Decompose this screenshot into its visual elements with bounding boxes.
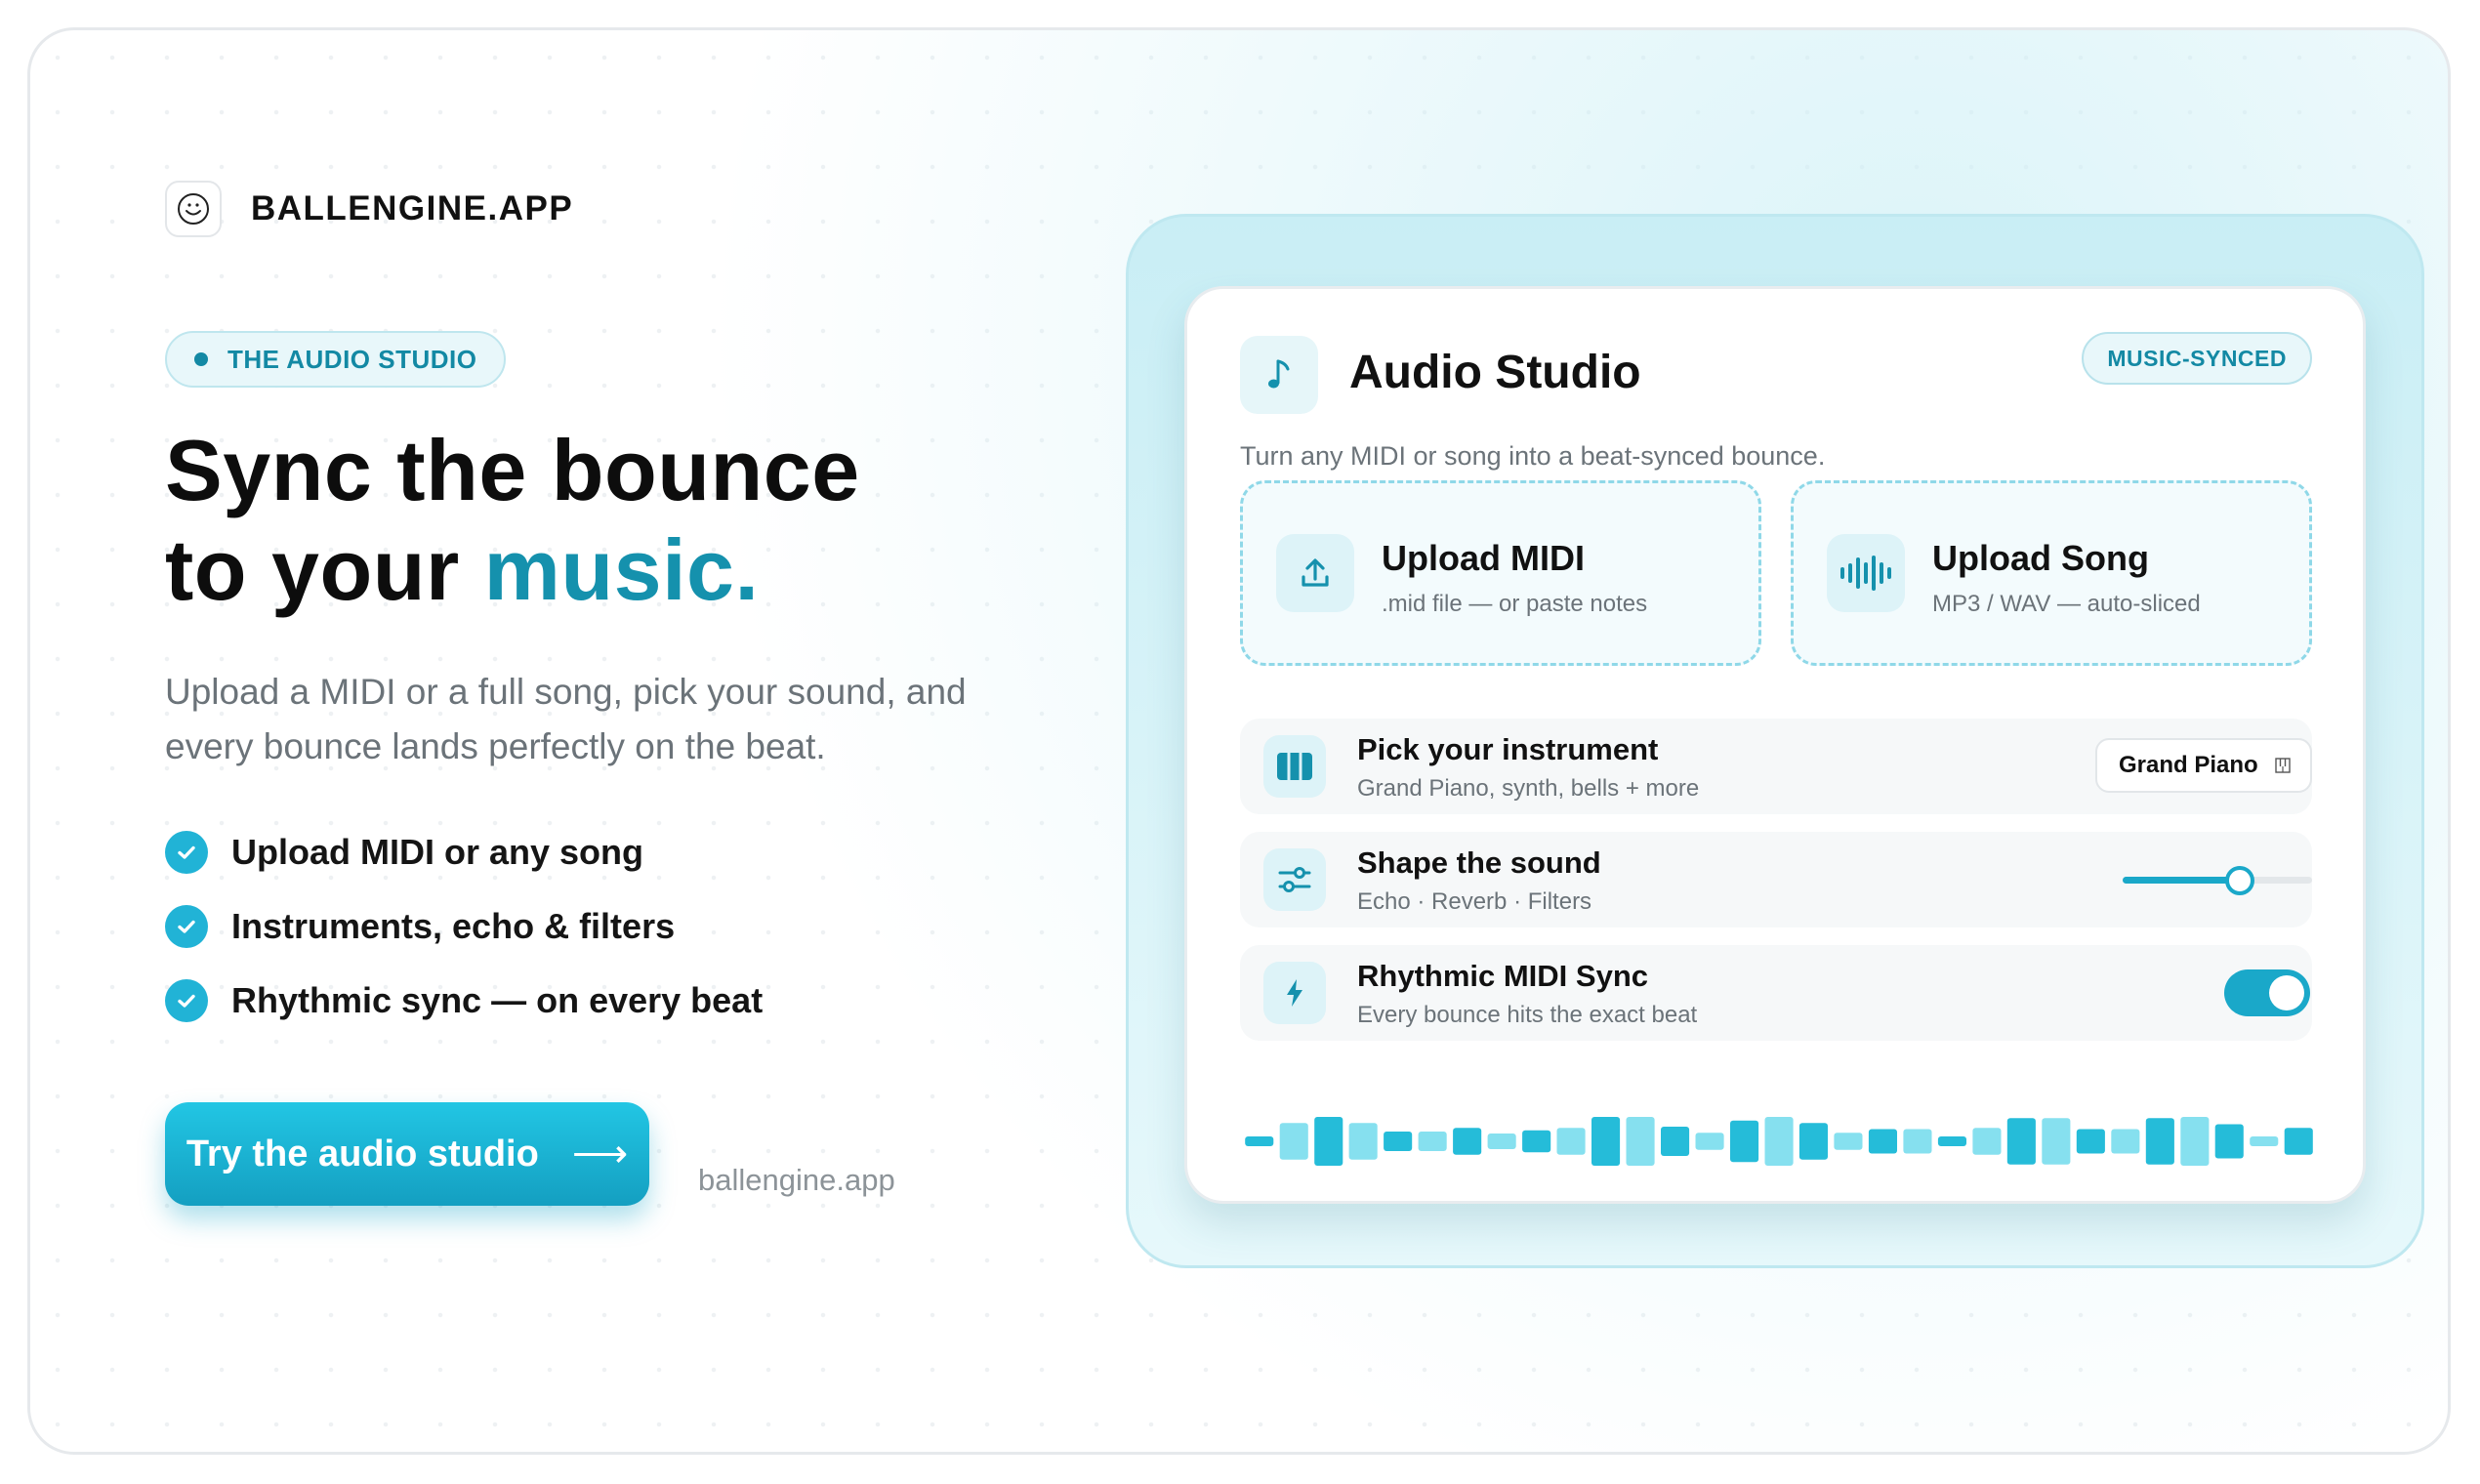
check-circle-icon <box>165 831 208 874</box>
slider-fill <box>2123 877 2241 884</box>
feature-text: Rhythmic sync — on every beat <box>231 980 764 1020</box>
upload-song-dropzone[interactable]: Upload Song MP3 / WAV — auto-sliced <box>1791 480 2312 666</box>
waveform-bar <box>1937 1136 1966 1146</box>
upload-midi-dropzone[interactable]: Upload MIDI .mid file — or paste notes <box>1240 480 1761 666</box>
instrument-sub: Grand Piano, synth, bells + more <box>1357 775 1700 802</box>
waveform-bar <box>1903 1129 1932 1154</box>
brand[interactable]: BALLENGINE.APP <box>165 181 573 237</box>
feature-text: Upload MIDI or any song <box>231 832 644 872</box>
waveform-bar <box>2006 1118 2036 1165</box>
waveform-bar <box>2284 1128 2313 1155</box>
section-badge: THE AUDIO STUDIO <box>165 331 507 388</box>
studio-title: Audio Studio <box>1349 347 1641 398</box>
waveform-bar <box>2111 1129 2140 1154</box>
site-url-link[interactable]: ballengine.app <box>698 1163 895 1198</box>
smiley-logo-icon <box>165 181 222 237</box>
instrument-selected-value: Grand Piano <box>2119 752 2258 778</box>
page-frame: BALLENGINE.APP THE AUDIO STUDIO Sync the… <box>27 27 2451 1455</box>
try-audio-studio-button[interactable]: Try the audio studio ⟶ <box>165 1102 649 1206</box>
sync-sub: Every bounce hits the exact beat <box>1357 1002 1698 1028</box>
check-circle-icon <box>165 979 208 1022</box>
slider-thumb[interactable] <box>2225 866 2255 895</box>
feature-item: Upload MIDI or any song <box>165 815 763 889</box>
waveform-bar <box>1798 1123 1828 1160</box>
waveform-bar <box>1384 1132 1413 1151</box>
upload-midi-title: Upload MIDI <box>1382 538 1585 578</box>
waveform-bar <box>1764 1117 1794 1166</box>
sound-sub: Echo · Reverb · Filters <box>1357 888 1592 915</box>
brand-name: BALLENGINE.APP <box>251 189 574 227</box>
headline: Sync the bounce to your music. <box>165 421 860 620</box>
music-synced-badge: MUSIC-SYNCED <box>2082 332 2312 385</box>
music-note-icon <box>1240 336 1318 414</box>
feature-list: Upload MIDI or any song Instruments, ech… <box>165 815 763 1038</box>
upload-song-hint: MP3 / WAV — auto-sliced <box>1932 591 2201 617</box>
waveform-bar <box>1487 1134 1516 1149</box>
upload-midi-hint: .mid file — or paste notes <box>1382 591 1648 617</box>
arrow-right-icon: ⟶ <box>571 1133 629 1175</box>
waveform-bar <box>1661 1127 1690 1156</box>
waveform-bar <box>1834 1133 1863 1150</box>
feature-item: Rhythmic sync — on every beat <box>165 964 763 1038</box>
waveform-bar <box>2180 1117 2210 1166</box>
waveform-bar <box>2042 1118 2071 1165</box>
upload-icon <box>1276 534 1354 612</box>
upload-song-title: Upload Song <box>1932 538 2149 578</box>
sync-toggle[interactable] <box>2224 969 2310 1016</box>
waveform-bar <box>1868 1129 1897 1154</box>
waveform-bar <box>1972 1128 2002 1155</box>
piano-keys-icon <box>1263 735 1326 798</box>
waveform-bar <box>2076 1129 2105 1154</box>
sync-row: Rhythmic MIDI Sync Every bounce hits the… <box>1240 945 2312 1041</box>
sound-title: Shape the sound <box>1357 845 1601 880</box>
instrument-select[interactable]: Grand Piano <box>2095 738 2312 793</box>
piano-mini-icon <box>2275 758 2291 773</box>
hero-description: Upload a MIDI or a full song, pick your … <box>165 672 967 766</box>
check-circle-icon <box>165 905 208 948</box>
toggle-knob <box>2269 975 2304 1010</box>
sliders-icon <box>1263 848 1326 911</box>
waveform-bar <box>1279 1123 1308 1160</box>
headline-line-2-prefix: to your <box>165 521 484 618</box>
waveform-bar <box>1314 1117 1343 1166</box>
waveform-bar <box>1418 1132 1447 1151</box>
waveform-bar <box>1245 1136 1274 1146</box>
sync-title: Rhythmic MIDI Sync <box>1357 959 1648 993</box>
waveform-bar <box>1591 1117 1621 1166</box>
waveform-bar <box>2214 1124 2244 1159</box>
audio-waveform <box>1245 1117 2313 1166</box>
sound-slider[interactable] <box>2123 866 2312 895</box>
waveform-bar <box>2145 1118 2174 1165</box>
headline-line-1: Sync the bounce <box>165 422 860 518</box>
waveform-bar <box>1556 1128 1586 1155</box>
waveform-bar <box>1522 1130 1551 1153</box>
waveform-bar <box>1453 1128 1482 1155</box>
feature-text: Instruments, echo & filters <box>231 906 676 946</box>
headline-accent: music. <box>483 521 760 618</box>
waveform-bar <box>1695 1133 1724 1150</box>
instrument-title: Pick your instrument <box>1357 732 1659 766</box>
feature-item: Instruments, echo & filters <box>165 889 763 964</box>
waveform-bar <box>1730 1120 1759 1163</box>
instrument-row: Pick your instrument Grand Piano, synth,… <box>1240 719 2312 814</box>
waveform-bar <box>1626 1117 1655 1166</box>
cta-label: Try the audio studio <box>186 1133 539 1175</box>
section-badge-label: THE AUDIO STUDIO <box>227 344 477 374</box>
waveform-bar <box>1348 1123 1378 1160</box>
waveform-icon <box>1827 534 1905 612</box>
sound-row: Shape the sound Echo · Reverb · Filters <box>1240 832 2312 928</box>
lightning-icon <box>1263 962 1326 1024</box>
waveform-bar <box>2250 1136 2279 1146</box>
audio-studio-card: Audio Studio MUSIC-SYNCED Turn any MIDI … <box>1184 286 2366 1204</box>
studio-subtitle: Turn any MIDI or song into a beat-synced… <box>1240 441 1826 471</box>
dot-icon <box>194 352 208 366</box>
